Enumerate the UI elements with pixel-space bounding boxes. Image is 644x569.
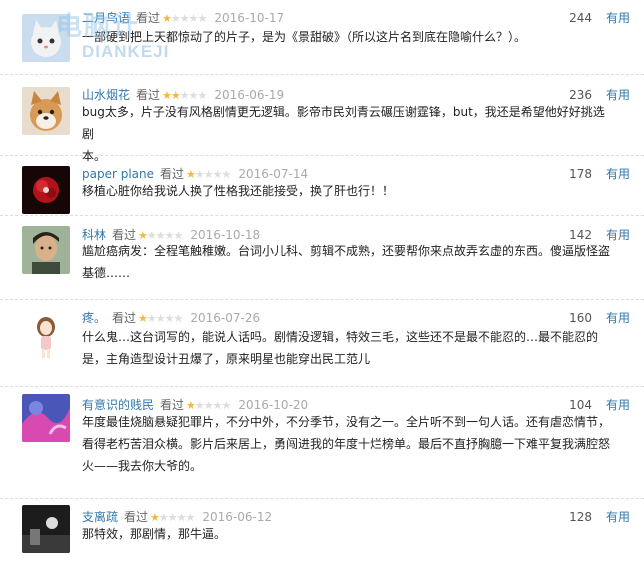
comment-text-line: 移植心脏你给我说人换了性格我还能接受，换了肝也行！！ [82, 184, 395, 198]
watched-label: 看过 [112, 311, 137, 325]
cat-face-avatar[interactable] [22, 14, 70, 62]
username-link[interactable]: paper plane [82, 167, 154, 181]
star-empty-icon: ★ [155, 312, 166, 325]
shiba-dog-avatar[interactable] [22, 87, 70, 135]
dark-photo-avatar[interactable] [22, 505, 70, 553]
comment-list: 二月鸟语 看过 ★★★★★ 2016-10-17 244 有用 一部硬到把上天都惊动了的片子… [0, 0, 644, 553]
comment-item: 有意识的贱民 看过 ★★★★★ 2016-10-20 104 有用 年度最佳烧脑悬疑犯罪片，… [0, 387, 644, 499]
username-link[interactable]: 山水烟花 [82, 88, 130, 102]
man-portrait-avatar[interactable] [22, 226, 70, 274]
comment-text-line: bug太多，片子没有风格剧情更无逻辑。影帝市民刘青云碾压谢霆锋，but，我还是希… [82, 105, 605, 141]
watched-label: 看过 [124, 510, 149, 524]
comment-header: 疼。 看过 ★★★★★ 2016-07-26 [82, 310, 260, 326]
star-empty-icon: ★ [146, 312, 157, 325]
username-link[interactable]: 支离疏 [82, 510, 118, 524]
comment-text-line: 是，主角造型设计丑爆了，原来明星也能穿出民工范儿 [82, 352, 371, 366]
comment-item: 科林 看过 ★★★★★ 2016-10-18 142 有用 尴尬癌病发：全程笔触稚嫩。台词小… [0, 216, 644, 300]
comment-text-line: 什么鬼…这台词写的，能说人话吗。剧情没逻辑，特效三毛，这些还不是最不能忍的…最不… [82, 330, 599, 344]
watched-label: 看过 [160, 398, 185, 412]
comment-text-line: 尴尬癌病发：全程笔触稚嫩。台词小儿科、剪辑不成熟，还要帮你来点故弄玄虚的东西。傻… [82, 244, 611, 258]
red-flower-avatar[interactable] [22, 166, 70, 214]
comment-date: 2016-10-17 [214, 11, 285, 25]
comment-item: 山水烟花 看过 ★★★★★ 2016-06-19 236 有用 bug太多，片子没有风格剧情… [0, 75, 644, 163]
useful-vote-button[interactable]: 有用 [606, 10, 630, 26]
comment-item: 支离疏 看过 ★★★★★ 2016-06-12 128 有用 那特效，那剧情，那牛逼。 [0, 499, 644, 553]
comment-text: 那特效，那剧情，那牛逼。 [82, 523, 614, 545]
watched-label: 看过 [136, 88, 161, 102]
star-rating: ★★★★★ [138, 311, 184, 327]
comment-item: 二月鸟语 看过 ★★★★★ 2016-10-17 244 有用 一部硬到把上天都惊动了的片子… [0, 0, 644, 75]
comment-date: 2016-07-26 [190, 311, 261, 325]
star-empty-icon: ★ [173, 312, 184, 325]
comment-item: 疼。 看过 ★★★★★ 2016-07-26 160 有用 什么鬼…这台词写的，能说人话吗。… [0, 300, 644, 387]
comment-date: 2016-10-20 [238, 398, 309, 412]
vote-count: 244 [569, 11, 592, 25]
comment-text: 一部硬到把上天都惊动了的片子，是为《景甜破》（所以这片名到底在隐喻什么？）。 [82, 26, 614, 48]
comment-text-line: 看得老朽苦泪众横。影片后来居上，勇闯进我的年度十烂榜单。最后不直抒胸臆一下难平复… [82, 437, 611, 451]
comment-date: 2016-06-12 [202, 510, 273, 524]
star-filled-icon: ★ [162, 12, 172, 25]
star-empty-icon: ★ [197, 12, 208, 25]
comment-text-line: 基德…… [82, 266, 131, 280]
star-empty-icon: ★ [164, 312, 175, 325]
useful-vote-button[interactable]: 有用 [606, 310, 630, 326]
comment-header: 二月鸟语 看过 ★★★★★ 2016-10-17 [82, 10, 284, 26]
username-link[interactable]: 有意识的贱民 [82, 398, 154, 412]
comment-date: 2016-06-19 [214, 88, 285, 102]
comment-text: 移植心脏你给我说人换了性格我还能接受，换了肝也行！！ [82, 180, 614, 202]
comment-text-line: 那特效，那剧情，那牛逼。 [82, 527, 227, 541]
vote-count: 160 [569, 311, 592, 325]
abstract-art-avatar[interactable] [22, 394, 70, 442]
comment-text: 年度最佳烧脑悬疑犯罪片，不分中外，不分季节，没有之一。全片听不到一句人话。还有虐… [82, 411, 614, 477]
comment-text-line: 火——我去你大爷的。 [82, 459, 203, 473]
comment-date: 2016-07-14 [238, 167, 309, 181]
comment-item: paper plane 看过 ★★★★★ 2016-07-14 178 有用 移植心脏你给我… [0, 156, 644, 216]
star-filled-icon: ★ [138, 312, 148, 325]
comment-text: 尴尬癌病发：全程笔触稚嫩。台词小儿科、剪辑不成熟，还要帮你来点故弄玄虚的东西。傻… [82, 240, 614, 284]
anime-girl-avatar[interactable] [22, 311, 70, 359]
star-empty-icon: ★ [179, 12, 190, 25]
star-empty-icon: ★ [188, 12, 199, 25]
star-rating: ★★★★★ [162, 11, 208, 27]
username-link[interactable]: 疼。 [82, 311, 106, 325]
comment-text: 什么鬼…这台词写的，能说人话吗。剧情没逻辑，特效三毛，这些还不是最不能忍的…最不… [82, 326, 614, 370]
comment-text-line: 一部硬到把上天都惊动了的片子，是为《景甜破》（所以这片名到底在隐喻什么？）。 [82, 30, 527, 44]
watched-label: 看过 [160, 167, 185, 181]
comment-text-line: 年度最佳烧脑悬疑犯罪片，不分中外，不分季节，没有之一。全片听不到一句人话。还有虐… [82, 415, 611, 429]
watched-label: 看过 [136, 11, 161, 25]
username-link[interactable]: 二月鸟语 [82, 11, 130, 25]
star-empty-icon: ★ [170, 12, 181, 25]
